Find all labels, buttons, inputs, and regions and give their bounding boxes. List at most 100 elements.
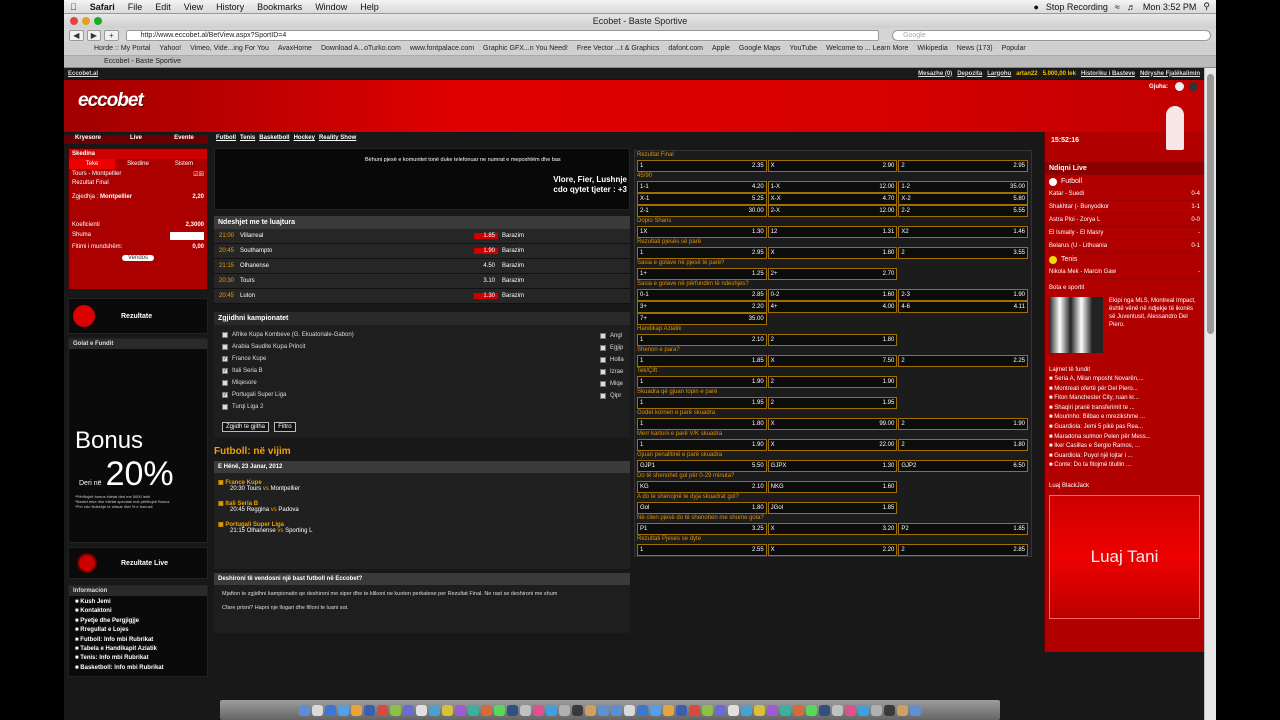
deposit-link[interactable]: Depozita: [957, 71, 982, 77]
odds-cell[interactable]: 1 2.55: [637, 544, 767, 556]
championship-item[interactable]: Qipr: [600, 390, 624, 402]
info-link[interactable]: ■ Rregullat e Lojes: [75, 626, 201, 635]
dock-app-icon[interactable]: [611, 704, 622, 716]
info-link[interactable]: ■ Pyetje dhe Pergjigjje: [75, 617, 201, 626]
odds-cell[interactable]: X 2.90: [767, 160, 898, 172]
bookmark-item[interactable]: Graphic GFX...n You Need!: [483, 45, 568, 52]
news-item[interactable]: ■ Shaqiri pranë transferimit te ...: [1045, 404, 1204, 414]
bookmark-item[interactable]: News (173): [957, 45, 993, 52]
stop-recording[interactable]: Stop Recording: [1046, 2, 1108, 12]
search-field[interactable]: Google: [892, 29, 1211, 41]
odds-cell[interactable]: 2 1.90: [767, 376, 898, 388]
news-item[interactable]: ■ Montreali ofertë për Del Piero...: [1045, 385, 1204, 395]
add-tab-button[interactable]: +: [104, 29, 119, 41]
odds-cell[interactable]: 1+ 1.25: [637, 268, 767, 280]
sport-tab-basketboll[interactable]: Basketboll: [259, 135, 289, 144]
betslip-tab-system[interactable]: Sistem: [161, 159, 207, 169]
upcoming-match[interactable]: 20:45 Reggina vs Padova: [218, 507, 626, 513]
checkbox[interactable]: [600, 357, 606, 363]
odds-cell[interactable]: 1-2 35.00: [898, 181, 1029, 193]
dock-app-icon[interactable]: [572, 704, 583, 716]
odds-cell[interactable]: 2-X 12.00: [767, 205, 898, 217]
odds-cell[interactable]: X 99.00: [767, 418, 898, 430]
forward-button[interactable]: ▶: [86, 29, 102, 41]
bonus-banner[interactable]: Bonus Deri në 20% *Përfitojnë bonus bile…: [75, 427, 174, 509]
news-item[interactable]: ■ Iker Casillas e Sergio Ramos, ...: [1045, 442, 1204, 452]
dock-app-icon[interactable]: [325, 704, 336, 716]
messages-link[interactable]: Mesazhe (0): [918, 71, 952, 77]
odds-cell[interactable]: 2 3.55: [898, 247, 1029, 259]
logout-link[interactable]: Largohu: [987, 71, 1011, 77]
live-match-row[interactable]: Katar - Suedi 0-4: [1045, 188, 1204, 201]
wifi-icon[interactable]: ≈: [1115, 2, 1120, 12]
odds-cell[interactable]: X 7.50: [767, 355, 898, 367]
dock-app-icon[interactable]: [546, 704, 557, 716]
checkbox-icon[interactable]: ☑☒: [193, 171, 204, 178]
browser-tab[interactable]: Eccobet - Baste Sportive: [104, 58, 181, 65]
bookmark-item[interactable]: www.fontpalace.com: [410, 45, 474, 52]
menu-history[interactable]: History: [216, 2, 244, 12]
checkbox[interactable]: ✓: [222, 356, 228, 362]
dock-app-icon[interactable]: [650, 704, 661, 716]
dock-app-icon[interactable]: [637, 704, 648, 716]
bookmark-item[interactable]: Popular: [1002, 45, 1026, 52]
dock-app-icon[interactable]: [598, 704, 609, 716]
place-bet-button[interactable]: Vendos: [121, 255, 155, 261]
dock-app-icon[interactable]: [689, 704, 700, 716]
checkbox[interactable]: [600, 393, 606, 399]
bookmark-item[interactable]: Horde :: My Portal: [94, 45, 150, 52]
odds-cell[interactable]: 1 2.35: [637, 160, 767, 172]
odds-cell[interactable]: KG 2.10: [637, 481, 767, 493]
news-item[interactable]: ■ Guardiola: Jemi 5 pikë pas Rea...: [1045, 423, 1204, 433]
flag-icon[interactable]: [1175, 82, 1184, 91]
live-match-row[interactable]: Shakhtar (- Bunyodkor 1-1: [1045, 201, 1204, 214]
menu-view[interactable]: View: [184, 2, 203, 12]
played-odd[interactable]: 1.30: [474, 293, 498, 299]
odds-cell[interactable]: 7+ 35.00: [637, 313, 767, 325]
dock-app-icon[interactable]: [351, 704, 362, 716]
championship-item[interactable]: Holla: [600, 354, 624, 366]
bet-history-link[interactable]: Historiku i Basteve: [1081, 71, 1135, 77]
odds-cell[interactable]: 4-6 4.11: [898, 301, 1029, 313]
played-row[interactable]: 21:15 Olhanense 4.50 Barazim: [214, 259, 630, 274]
dock-app-icon[interactable]: [559, 704, 570, 716]
odds-cell[interactable]: 2-2 5.55: [898, 205, 1029, 217]
odds-cell[interactable]: 1-X 12.00: [767, 181, 898, 193]
odds-cell[interactable]: 2 2.25: [898, 355, 1029, 367]
page-scrollbar[interactable]: [1204, 68, 1216, 720]
played-row[interactable]: 21:00 Villarreal 1.85 Barazim: [214, 229, 630, 244]
dock-app-icon[interactable]: [871, 704, 882, 716]
dock-app-icon[interactable]: [754, 704, 765, 716]
dock-app-icon[interactable]: [624, 704, 635, 716]
news-item[interactable]: ■ Fiton Manchester City, ruan kr...: [1045, 394, 1204, 404]
dock-app-icon[interactable]: [741, 704, 752, 716]
odds-cell[interactable]: 1 1.85: [637, 355, 767, 367]
upcoming-match[interactable]: 21:15 Olhanense vs Sporting L: [218, 528, 626, 534]
dock-app-icon[interactable]: [468, 704, 479, 716]
info-link[interactable]: ■ Futboll: Info mbi Rubrikat: [75, 636, 201, 645]
sport-tab-reality[interactable]: Reality Show: [319, 135, 356, 144]
played-odd[interactable]: 1.90: [474, 248, 498, 254]
live-match-row[interactable]: Belarus (U - Lithuania 0-1: [1045, 240, 1204, 253]
menu-help[interactable]: Help: [360, 2, 379, 12]
dock-app-icon[interactable]: [377, 704, 388, 716]
odds-cell[interactable]: 2 1.95: [767, 397, 898, 409]
odds-cell[interactable]: 1-1 4.20: [637, 181, 767, 193]
eccobet-logo[interactable]: eccobet: [78, 90, 144, 112]
checkbox[interactable]: [222, 332, 228, 338]
live-match-row[interactable]: El Ismaily - El Masry -: [1045, 227, 1204, 240]
odds-cell[interactable]: 1X 1.30: [637, 226, 767, 238]
dock-app-icon[interactable]: [897, 704, 908, 716]
checkbox[interactable]: [600, 345, 606, 351]
info-link[interactable]: ■ Kontaktoni: [75, 607, 201, 616]
dock-app-icon[interactable]: [520, 704, 531, 716]
odds-cell[interactable]: P2 1.85: [898, 523, 1029, 535]
results-box[interactable]: Rezultate: [68, 298, 208, 334]
checkbox[interactable]: [600, 333, 606, 339]
odds-cell[interactable]: X-2 5.80: [898, 193, 1029, 205]
dock-app-icon[interactable]: [715, 704, 726, 716]
odds-cell[interactable]: 2 1.90: [898, 418, 1029, 430]
tab-evente[interactable]: Evente: [160, 135, 208, 144]
select-all-button[interactable]: Zgjidh te gjitha: [222, 422, 270, 432]
news-item[interactable]: ■ Mourinho: Bilbao e mrezikshme ...: [1045, 413, 1204, 423]
